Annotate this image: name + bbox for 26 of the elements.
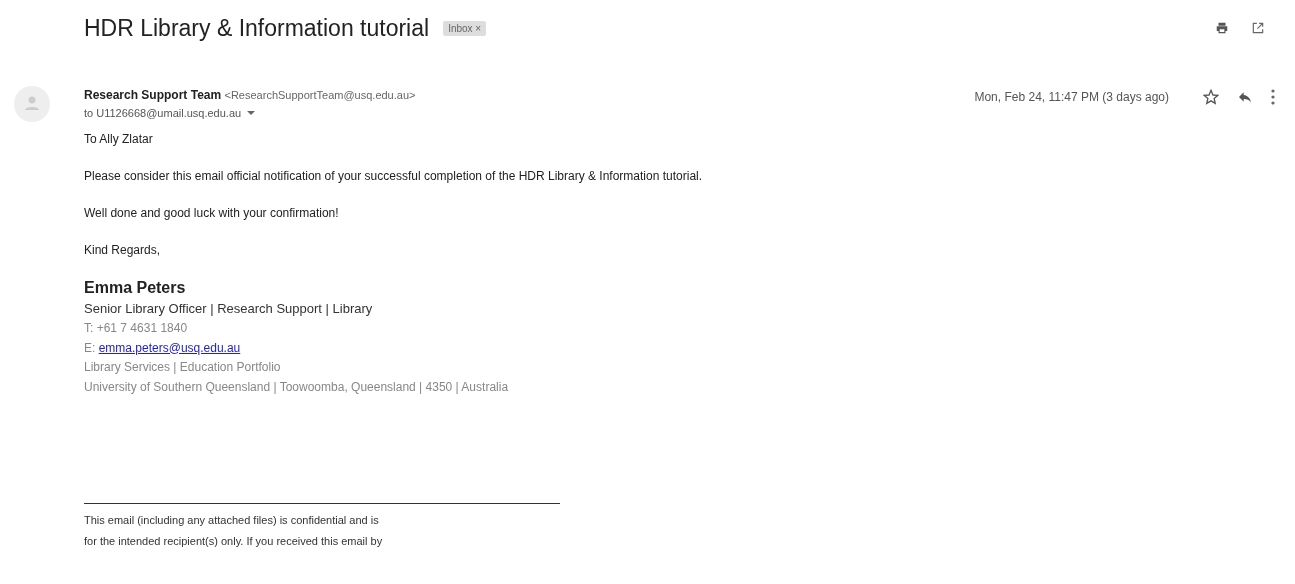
star-icon[interactable] — [1203, 89, 1219, 105]
email-link[interactable]: emma.peters@usq.edu.au — [98, 340, 241, 355]
signature-unit: Library Services | Education Portfolio — [84, 359, 282, 376]
more-options-icon[interactable] — [1271, 89, 1275, 105]
body-paragraph: Please consider this email official notification of your successful completion of the HDR Library & Information tutorial. — [84, 169, 704, 183]
caret-icon[interactable] — [247, 109, 256, 117]
body-paragraph: To Ally Zlatar — [84, 132, 154, 146]
signature-role: Senior Library Officer | Research Support | Library — [84, 300, 374, 318]
avatar-icon — [14, 86, 50, 122]
email-label: E: — [84, 340, 97, 355]
signature-address: University of Southern Queensland | Toowoomba, Queensland | 4350 | Australia — [84, 378, 510, 396]
sender-name: Research Support Team — [84, 88, 222, 102]
label-chip[interactable]: Inbox × — [443, 20, 487, 36]
disclaimer-text: This email (including any attached files) is confidential and is — [84, 513, 380, 528]
body-paragraph: Well done and good luck with your confirmation! — [84, 206, 340, 220]
open-in-new-window-icon[interactable] — [1251, 21, 1265, 35]
disclaimer-text: for the intended recipient(s) only. If you received this email by — [84, 534, 384, 549]
recipient-text: to U1126668@umail.usq.edu.au — [84, 107, 242, 119]
signature-phone: T: +61 7 4631 1840 — [84, 320, 189, 337]
body-paragraph: Kind Regards, — [84, 243, 162, 257]
signature-name: Emma Peters — [84, 279, 187, 297]
reply-icon[interactable] — [1237, 89, 1253, 105]
print-icon[interactable] — [1215, 21, 1229, 35]
email-date: Mon, Feb 24, 11:47 PM (3 days ago) — [974, 90, 1169, 104]
sender-email: <ResearchSupportTeam@usq.edu.au> — [224, 89, 416, 101]
email-subject: HDR Library & Information tutorial — [84, 14, 430, 42]
